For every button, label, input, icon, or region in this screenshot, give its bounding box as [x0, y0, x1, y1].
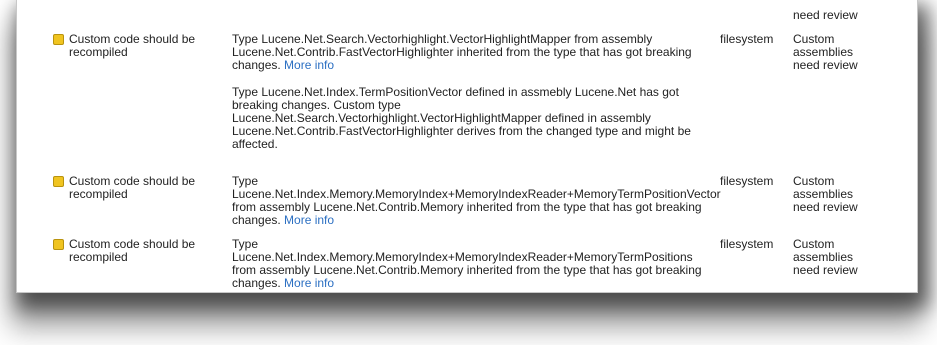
issue-title: Custom code should be recompiled — [69, 237, 196, 264]
issue-title: Custom code should be recompiled — [69, 32, 196, 59]
warning-icon — [53, 34, 64, 45]
issue-message: Type Lucene.Net.Search.Vectorhighlight.V… — [232, 32, 692, 72]
source-cell: filesystem — [720, 237, 774, 251]
report-table: need review Custom code should be recomp… — [17, 0, 917, 292]
issue-description: Type Lucene.Net.Index.Memory.MemoryIndex… — [232, 238, 712, 290]
issue-message: Type Lucene.Net.Index.Memory.MemoryIndex… — [232, 174, 721, 227]
issue-message: Type Lucene.Net.Index.Memory.MemoryIndex… — [232, 237, 702, 290]
issue-description: Type Lucene.Net.Search.Vectorhighlight.V… — [232, 33, 712, 151]
more-info-link[interactable]: More info — [284, 276, 334, 290]
warning-icon — [53, 176, 64, 187]
source-cell: filesystem — [720, 174, 774, 188]
issue-title: Custom code should be recompiled — [69, 174, 196, 201]
category-cell: Custom assemblies need review — [793, 174, 858, 214]
issue-description: Type Lucene.Net.Index.Memory.MemoryIndex… — [232, 174, 721, 227]
issue-message: Type Lucene.Net.Index.TermPositionVector… — [232, 85, 691, 151]
more-info-link[interactable]: More info — [284, 213, 334, 227]
category-cell: Custom assemblies need review — [793, 237, 858, 277]
category-cell: need review — [793, 8, 858, 22]
more-info-link[interactable]: More info — [284, 58, 334, 72]
warning-icon — [53, 239, 64, 250]
category-cell: Custom assemblies need review — [793, 32, 858, 72]
source-cell: filesystem — [720, 32, 774, 46]
